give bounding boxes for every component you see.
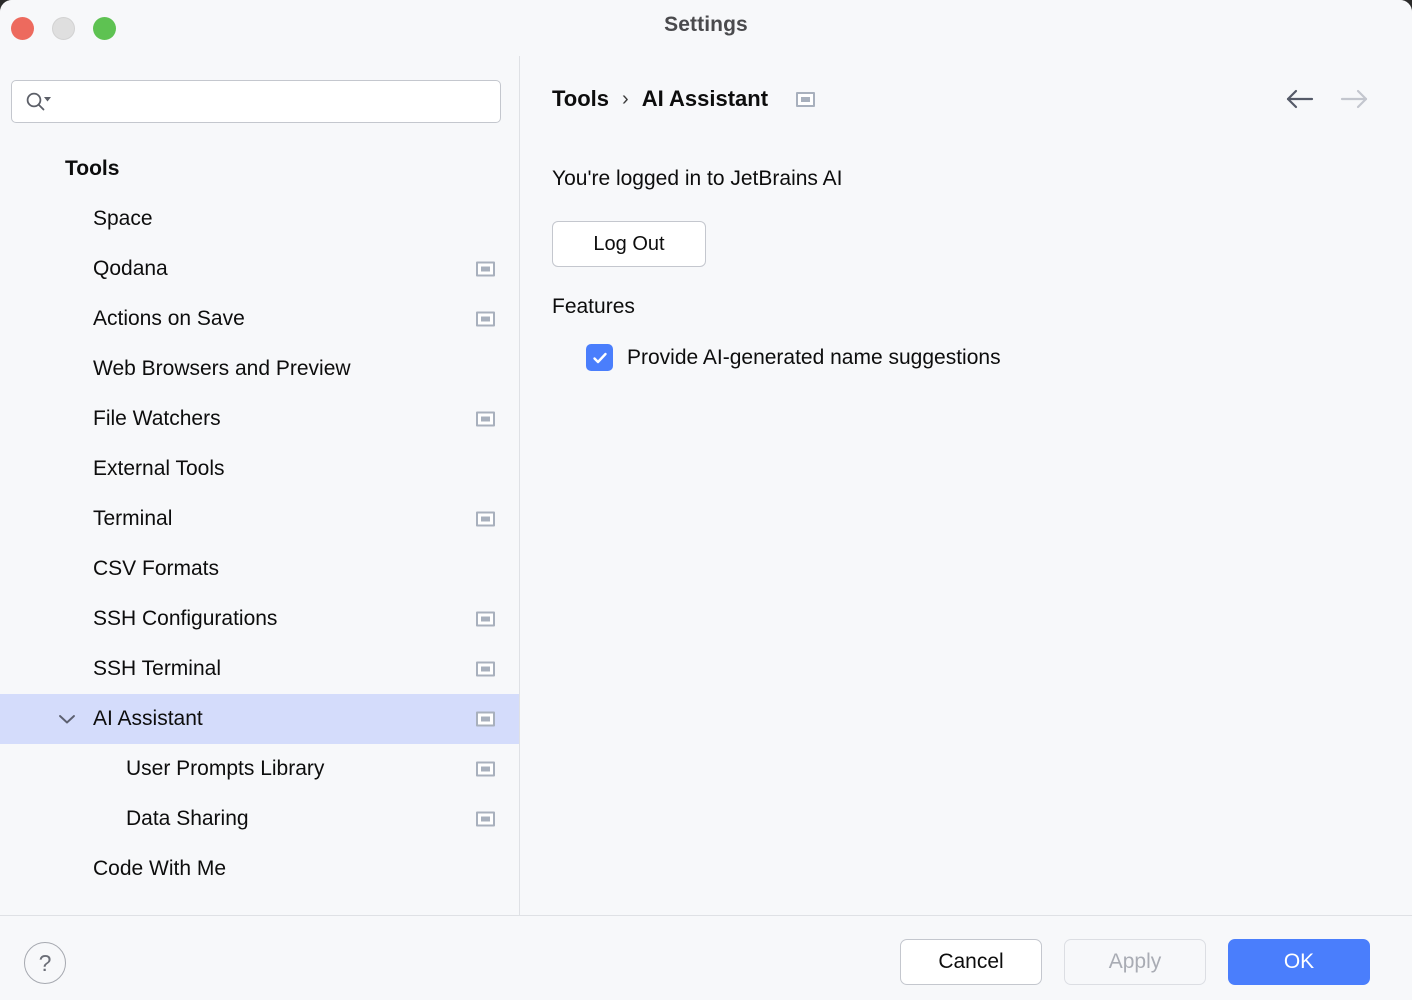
sidebar-item-web-browsers-and-preview[interactable]: Web Browsers and Preview	[0, 344, 519, 394]
project-scope-badge-icon	[476, 511, 495, 527]
sidebar-item-external-tools[interactable]: External Tools	[0, 444, 519, 494]
sidebar-item-qodana[interactable]: Qodana	[0, 244, 519, 294]
sidebar-item-ai-assistant[interactable]: AI Assistant	[0, 694, 519, 744]
sidebar-item-label: Code With Me	[93, 857, 227, 880]
sidebar-item-label: SSH Terminal	[93, 657, 221, 680]
breadcrumb-root[interactable]: Tools	[552, 86, 609, 112]
settings-sidebar: Tools Space Qodana Actions on Save Web Brows…	[0, 56, 519, 915]
sidebar-item-code-with-me[interactable]: Code With Me	[0, 844, 519, 894]
project-scope-badge-icon	[476, 311, 495, 327]
sidebar-item-data-sharing[interactable]: Data Sharing	[0, 794, 519, 844]
sidebar-item-label: User Prompts Library	[126, 757, 325, 780]
dialog-footer: ? Cancel Apply OK	[0, 916, 1412, 1000]
sidebar-item-label: CSV Formats	[93, 557, 220, 580]
feature-checkbox-row: Provide AI-generated name suggestions	[586, 344, 1001, 371]
project-scope-badge-icon	[796, 91, 816, 107]
settings-detail-panel: Tools › AI Assistant You're logged in to…	[520, 56, 1412, 915]
project-scope-badge-icon	[476, 711, 495, 727]
sidebar-item-label: Tools	[65, 157, 120, 180]
back-arrow-icon[interactable]	[1284, 86, 1314, 112]
breadcrumb-current: AI Assistant	[641, 86, 769, 111]
search-field[interactable]	[11, 80, 501, 123]
ai-name-suggestions-label: Provide AI-generated name suggestions	[627, 345, 1001, 369]
sidebar-item-ssh-configurations[interactable]: SSH Configurations	[0, 594, 519, 644]
project-scope-badge-icon	[476, 411, 495, 427]
sidebar-item-csv-formats[interactable]: CSV Formats	[0, 544, 519, 594]
sidebar-item-label: File Watchers	[93, 407, 221, 430]
ai-name-suggestions-checkbox[interactable]	[586, 344, 613, 371]
sidebar-item-ssh-terminal[interactable]: SSH Terminal	[0, 644, 519, 694]
sidebar-item-label: Data Sharing	[126, 807, 249, 830]
sidebar-item-user-prompts-library[interactable]: User Prompts Library	[0, 744, 519, 794]
login-status-text: You're logged in to JetBrains AI	[552, 167, 843, 190]
project-scope-badge-icon	[476, 611, 495, 627]
search-icon	[25, 91, 55, 113]
help-button[interactable]: ?	[24, 942, 66, 984]
chevron-down-icon[interactable]	[56, 708, 78, 730]
sidebar-item-label: Qodana	[93, 257, 168, 280]
sidebar-item-label: Space	[93, 207, 153, 230]
sidebar-item-label: Terminal	[93, 507, 173, 530]
project-scope-badge-icon	[476, 261, 495, 277]
title-bar: Settings	[0, 0, 1412, 56]
breadcrumb: Tools › AI Assistant	[552, 86, 816, 112]
search-input[interactable]	[55, 81, 500, 122]
settings-tree: Tools Space Qodana Actions on Save Web Brows…	[0, 144, 519, 894]
sidebar-item-space[interactable]: Space	[0, 194, 519, 244]
breadcrumb-separator-icon: ›	[622, 87, 629, 110]
sidebar-item-label: SSH Configurations	[93, 607, 278, 630]
sidebar-item-tools[interactable]: Tools	[0, 144, 519, 194]
sidebar-item-label: AI Assistant	[93, 707, 203, 730]
sidebar-item-actions-on-save[interactable]: Actions on Save	[0, 294, 519, 344]
footer-action-buttons: Cancel Apply OK	[900, 939, 1370, 985]
window-title: Settings	[664, 13, 748, 36]
cancel-button[interactable]: Cancel	[900, 939, 1042, 985]
ok-button[interactable]: OK	[1228, 939, 1370, 985]
apply-button: Apply	[1064, 939, 1206, 985]
sidebar-item-file-watchers[interactable]: File Watchers	[0, 394, 519, 444]
project-scope-badge-icon	[476, 761, 495, 777]
project-scope-badge-icon	[476, 661, 495, 677]
project-scope-badge-icon	[476, 811, 495, 827]
settings-dialog-window: Settings Tools Space Qodana Actions on Save…	[0, 0, 1412, 1000]
sidebar-item-terminal[interactable]: Terminal	[0, 494, 519, 544]
sidebar-item-label: Actions on Save	[93, 307, 245, 330]
forward-arrow-icon	[1340, 86, 1370, 112]
sidebar-item-label: Web Browsers and Preview	[93, 357, 351, 380]
navigation-arrows	[1284, 86, 1370, 112]
log-out-button[interactable]: Log Out	[552, 221, 706, 267]
features-section-title: Features	[552, 295, 635, 318]
sidebar-item-label: External Tools	[93, 457, 225, 480]
